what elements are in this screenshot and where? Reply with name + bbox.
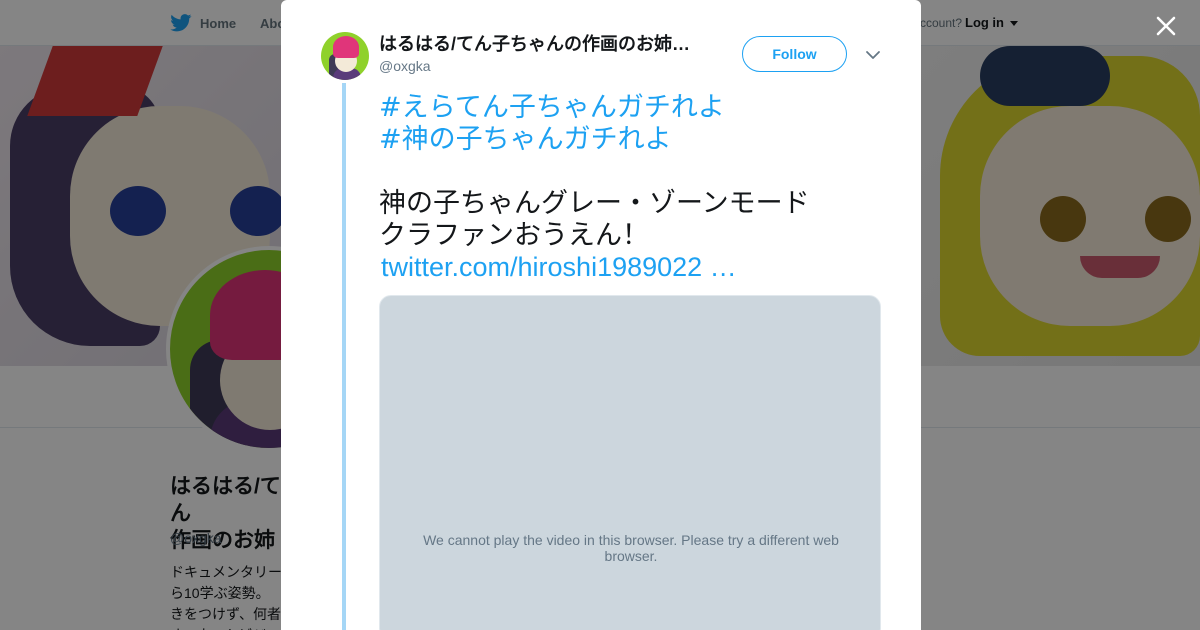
tweet-text: #えらてん子ちゃんガチれよ #神の子ちゃんガチれよ 神の子ちゃんグレー・ゾーンモ…	[379, 92, 849, 282]
video-player[interactable]: We cannot play the video in this browser…	[379, 295, 881, 630]
tweet-modal: はるはる/てん子ちゃんの作画のお姉… @oxgka Follow #えらてん子ち…	[281, 0, 921, 630]
tweet-url-link[interactable]: twitter.com/hiroshi1989022 …	[381, 252, 849, 282]
tweet-text-line: 神の子ちゃんグレー・ゾーンモード	[379, 188, 810, 219]
close-icon	[1156, 16, 1176, 36]
video-unsupported-message: We cannot play the video in this browser…	[423, 532, 839, 564]
follow-button[interactable]: Follow	[742, 36, 847, 72]
chevron-down-icon	[866, 51, 880, 59]
author-name[interactable]: はるはる/てん子ちゃんの作画のお姉…	[379, 33, 699, 55]
author-avatar[interactable]	[321, 32, 369, 80]
tweet-menu-button[interactable]	[865, 48, 881, 60]
close-button[interactable]	[1152, 12, 1180, 40]
hashtag-link[interactable]: #えらてん子ちゃんガチれよ	[379, 92, 849, 124]
thread-line	[342, 83, 346, 630]
author-handle[interactable]: @oxgka	[379, 58, 431, 74]
tweet-text-line: クラファンおうえん！	[379, 220, 649, 251]
hashtag-link[interactable]: #神の子ちゃんガチれよ	[379, 124, 849, 156]
